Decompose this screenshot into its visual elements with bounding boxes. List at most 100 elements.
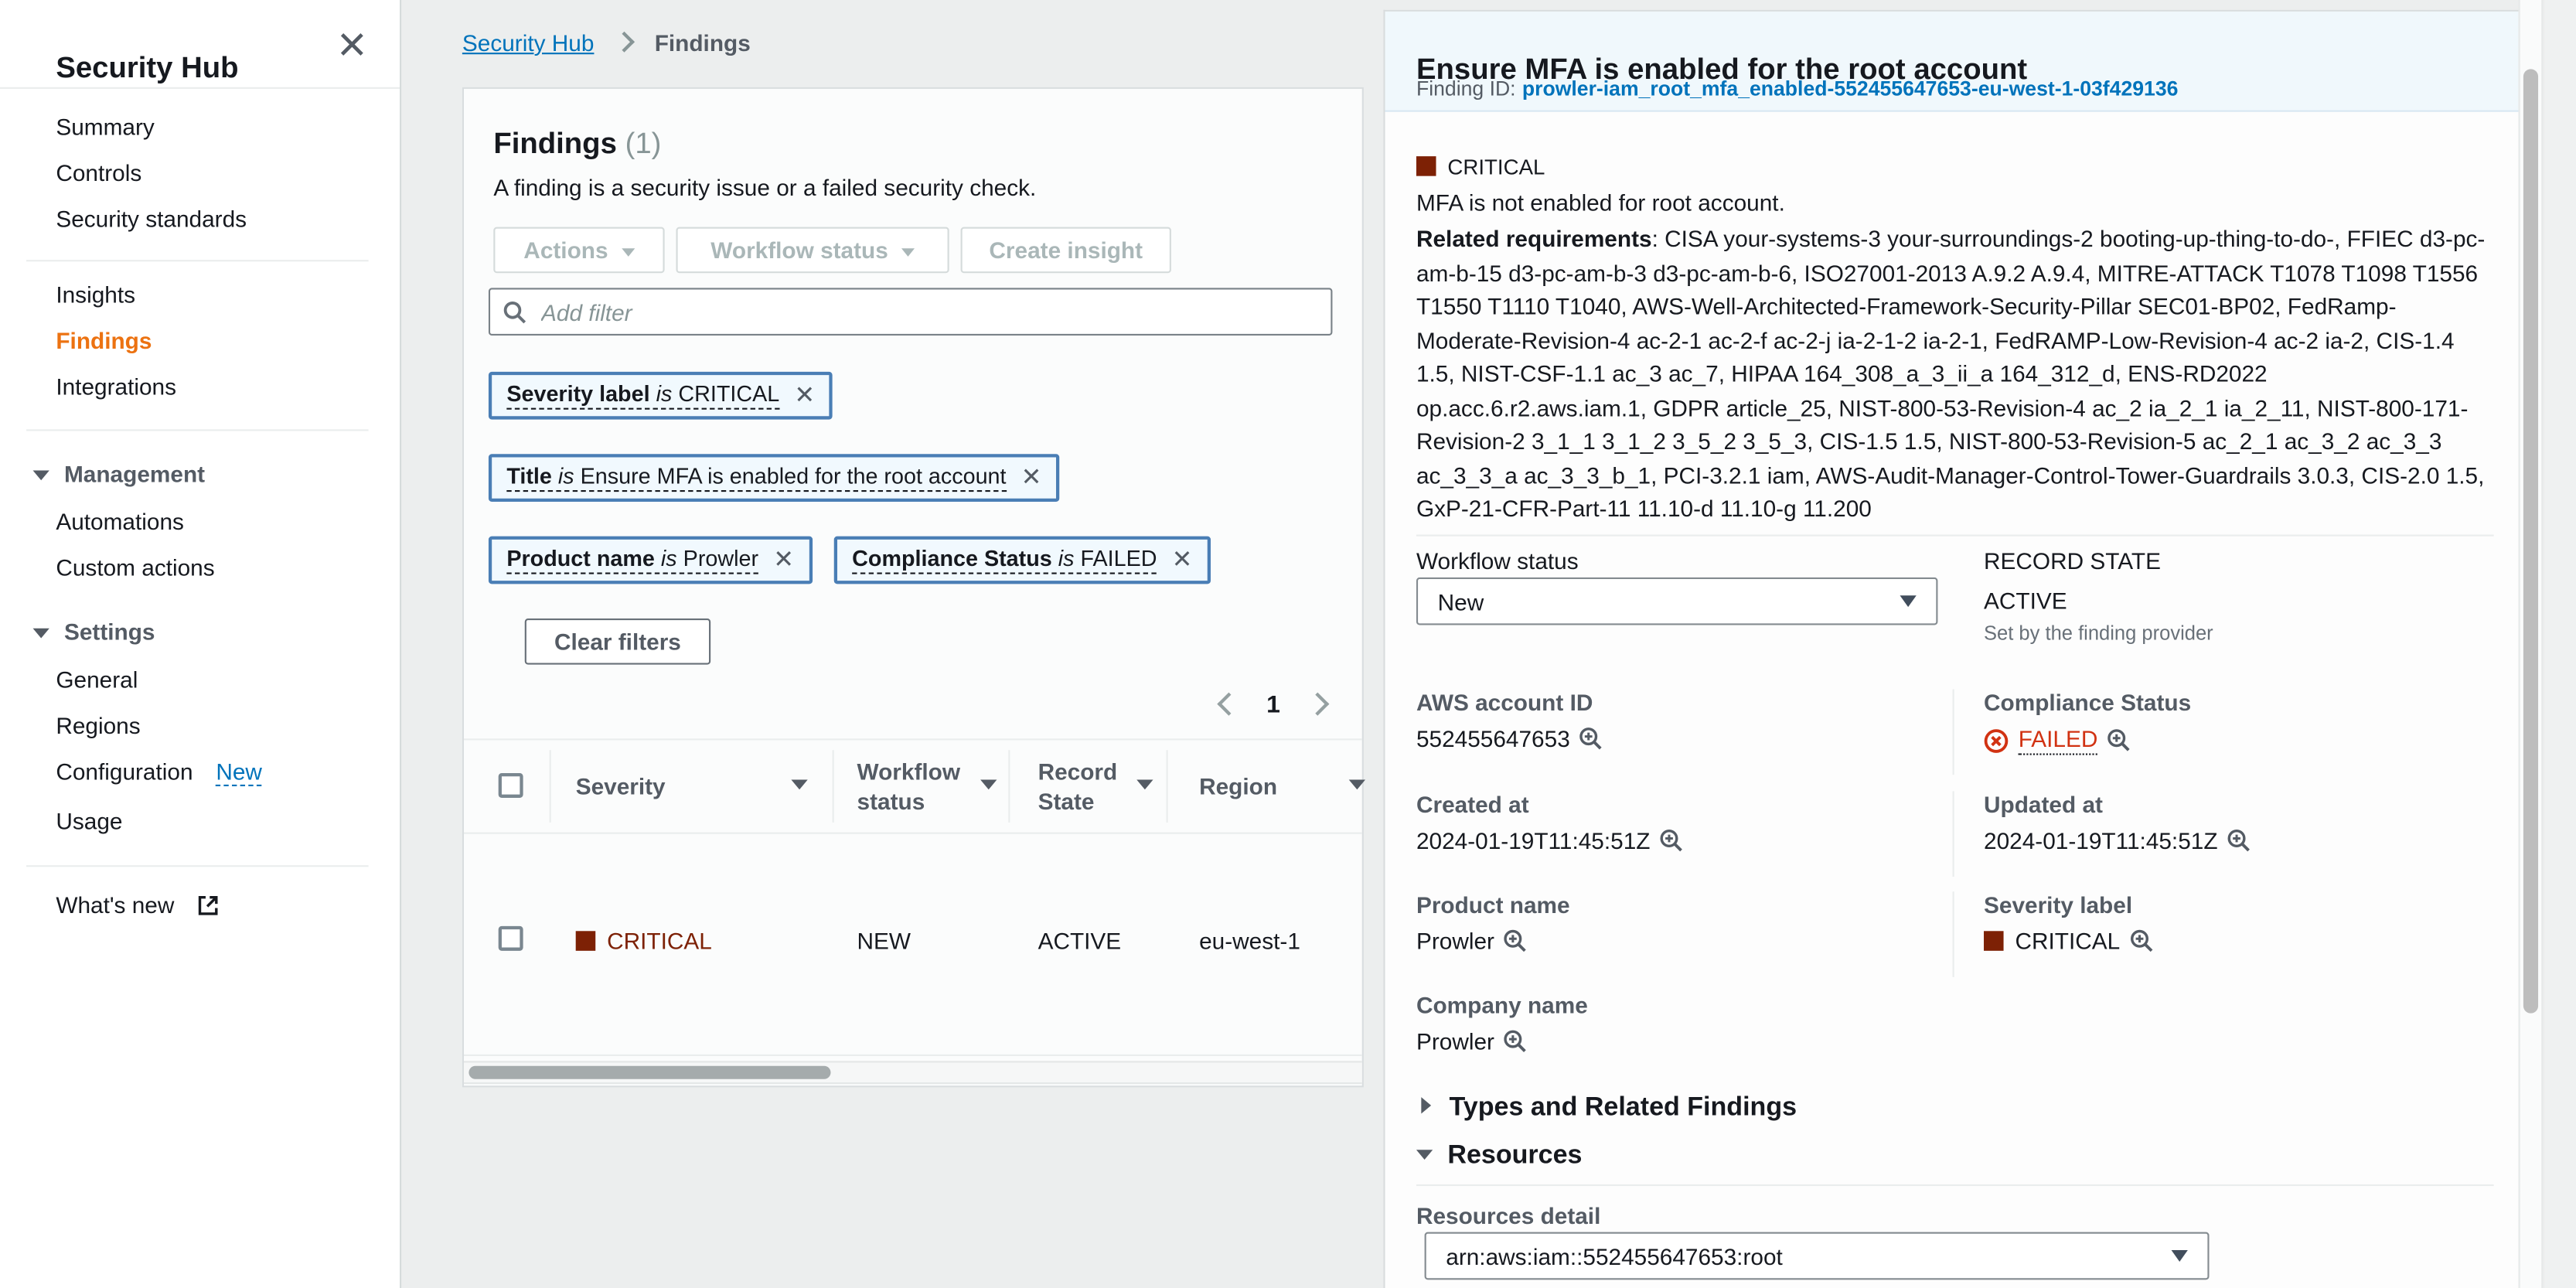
close-icon[interactable] (339, 31, 365, 57)
remove-filter-icon[interactable]: ✕ (1021, 465, 1042, 490)
sidebar-item-security-standards[interactable]: Security standards (56, 206, 247, 232)
filter-chip-severity: Severity label is CRITICAL ✕ (489, 372, 833, 420)
filter-chip-text[interactable]: Product name is Prowler (506, 546, 758, 574)
sidebar-item-custom-actions[interactable]: Custom actions (56, 554, 214, 581)
row-severity-cell: CRITICAL (576, 928, 712, 954)
workflow-status-button[interactable]: Workflow status (676, 227, 949, 274)
actions-button[interactable]: Actions (493, 227, 664, 274)
vertical-scrollbar-thumb[interactable] (2523, 69, 2538, 1013)
filter-chip-text[interactable]: Title is Ensure MFA is enabled for the r… (506, 464, 1006, 492)
sidebar-item-automations[interactable]: Automations (56, 508, 184, 534)
zoom-in-icon[interactable] (1660, 829, 1683, 852)
field-value: CRITICAL (2015, 928, 2120, 954)
sidebar-item-configuration[interactable]: Configuration (56, 758, 193, 785)
finding-summary: MFA is not enabled for root account. (1416, 189, 1785, 216)
finding-id-link[interactable]: prowler-iam_root_mfa_enabled-55245564765… (1522, 77, 2179, 101)
workflow-status-label: Workflow status (1416, 548, 1579, 574)
sidebar-item-integrations[interactable]: Integrations (56, 373, 176, 400)
sidebar-item-insights[interactable]: Insights (56, 281, 135, 308)
workflow-status-select[interactable]: New (1416, 578, 1937, 625)
create-insight-button[interactable]: Create insight (961, 227, 1171, 274)
resources-detail-value: arn:aws:iam::552455647653:root (1446, 1242, 1783, 1269)
chevron-down-icon (2172, 1250, 2188, 1262)
column-header-region[interactable]: Region (1199, 772, 1277, 801)
filter-caret-icon[interactable] (1136, 780, 1153, 790)
table-bottom-border (464, 1055, 1362, 1056)
table-row[interactable]: CRITICAL NEW ACTIVE eu-west-1 (464, 830, 1362, 1054)
filter-chip-text[interactable]: Compliance Status is FAILED (852, 546, 1157, 574)
chevron-down-icon (1900, 595, 1917, 607)
sidebar-item-whats-new[interactable]: What's new (56, 891, 174, 918)
filter-caret-icon[interactable] (1349, 780, 1365, 790)
column-header-record-state[interactable]: Record State (1038, 757, 1137, 816)
sidebar-item-usage[interactable]: Usage (56, 808, 122, 834)
sidebar-item-regions[interactable]: Regions (56, 712, 140, 738)
sidebar-item-controls[interactable]: Controls (56, 159, 141, 186)
severity-square-icon (576, 931, 596, 951)
field-value: Prowler (1416, 928, 1494, 954)
filter-chip-text[interactable]: Severity label is CRITICAL (506, 382, 779, 410)
findings-description: A finding is a security issue or a faile… (493, 175, 1036, 201)
field-product-name: Product name Prowler (1416, 891, 1943, 954)
new-badge[interactable]: New (216, 758, 262, 786)
external-link-icon (197, 894, 219, 921)
previous-page-icon[interactable] (1217, 693, 1240, 716)
horizontal-scrollbar-thumb[interactable] (469, 1066, 830, 1079)
field-label: Compliance Status (1984, 690, 2477, 716)
row-checkbox[interactable] (499, 926, 523, 951)
remove-filter-icon[interactable]: ✕ (794, 383, 815, 408)
clear-filters-button[interactable]: Clear filters (525, 618, 710, 665)
zoom-in-icon[interactable] (1504, 1030, 1528, 1053)
sidebar-group-management[interactable]: Management (33, 461, 206, 487)
section-resources[interactable]: Resources (1416, 1142, 1583, 1171)
field-compliance-status: Compliance Status FAILED (1984, 690, 2477, 755)
findings-count: (1) (625, 127, 662, 160)
zoom-in-icon[interactable] (2227, 829, 2251, 852)
column-header-severity[interactable]: Severity (576, 772, 666, 801)
findings-title-text: Findings (493, 127, 617, 160)
field-value[interactable]: FAILED (2019, 725, 2098, 755)
remove-filter-icon[interactable]: ✕ (1172, 548, 1193, 573)
sidebar-item-summary[interactable]: Summary (56, 114, 154, 140)
zoom-in-icon[interactable] (1504, 929, 1528, 952)
sidebar-item-general[interactable]: General (56, 666, 138, 693)
resources-detail-select[interactable]: arn:aws:iam::552455647653:root (1425, 1232, 2210, 1280)
field-column-divider (1953, 891, 1954, 977)
field-aws-account-id: AWS account ID 552455647653 (1416, 690, 1943, 752)
workflow-status-value: New (1438, 588, 1484, 615)
sidebar-group-settings[interactable]: Settings (33, 618, 155, 645)
section-label: Resources (1447, 1142, 1582, 1170)
finding-id-label: Finding ID: (1416, 77, 1516, 101)
column-header-workflow-status[interactable]: Workflow status (857, 757, 976, 816)
filter-chip-compliance: Compliance Status is FAILED ✕ (834, 537, 1211, 584)
breadcrumb-security-hub[interactable]: Security Hub (462, 29, 595, 56)
zoom-in-icon[interactable] (2107, 729, 2131, 752)
field-label: Severity label (1984, 891, 2477, 918)
sidebar-item-configuration-row: Configuration New (56, 758, 262, 785)
filter-chip-title: Title is Ensure MFA is enabled for the r… (489, 454, 1060, 502)
chevron-down-icon (1416, 1150, 1433, 1160)
create-insight-button-label: Create insight (989, 237, 1143, 263)
zoom-in-icon[interactable] (1580, 727, 1603, 750)
sidebar-item-findings[interactable]: Findings (56, 327, 152, 353)
page-number[interactable]: 1 (1266, 691, 1280, 719)
zoom-in-icon[interactable] (2130, 929, 2153, 952)
pagination: 1 (1221, 691, 1326, 719)
search-icon (503, 300, 526, 323)
next-page-icon[interactable] (1307, 693, 1330, 716)
severity-square-icon (1416, 156, 1436, 176)
related-requirements-label: Related requirements (1416, 225, 1652, 251)
filter-caret-icon[interactable] (791, 780, 807, 790)
section-divider (1416, 1184, 2494, 1186)
filter-caret-icon[interactable] (980, 780, 997, 790)
remove-filter-icon[interactable]: ✕ (773, 548, 794, 573)
filter-input[interactable] (538, 297, 1318, 326)
failed-status-icon (1984, 728, 2009, 753)
field-column-divider (1953, 791, 1954, 877)
select-all-checkbox[interactable] (499, 773, 523, 798)
related-requirements: Related requirements: CISA your-systems-… (1416, 222, 2496, 526)
chevron-right-icon (614, 32, 635, 53)
severity-badge-label: CRITICAL (1447, 155, 1545, 179)
section-types-and-related-findings[interactable]: Types and Related Findings (1421, 1094, 1797, 1123)
filter-chip-product: Product name is Prowler ✕ (489, 537, 812, 584)
